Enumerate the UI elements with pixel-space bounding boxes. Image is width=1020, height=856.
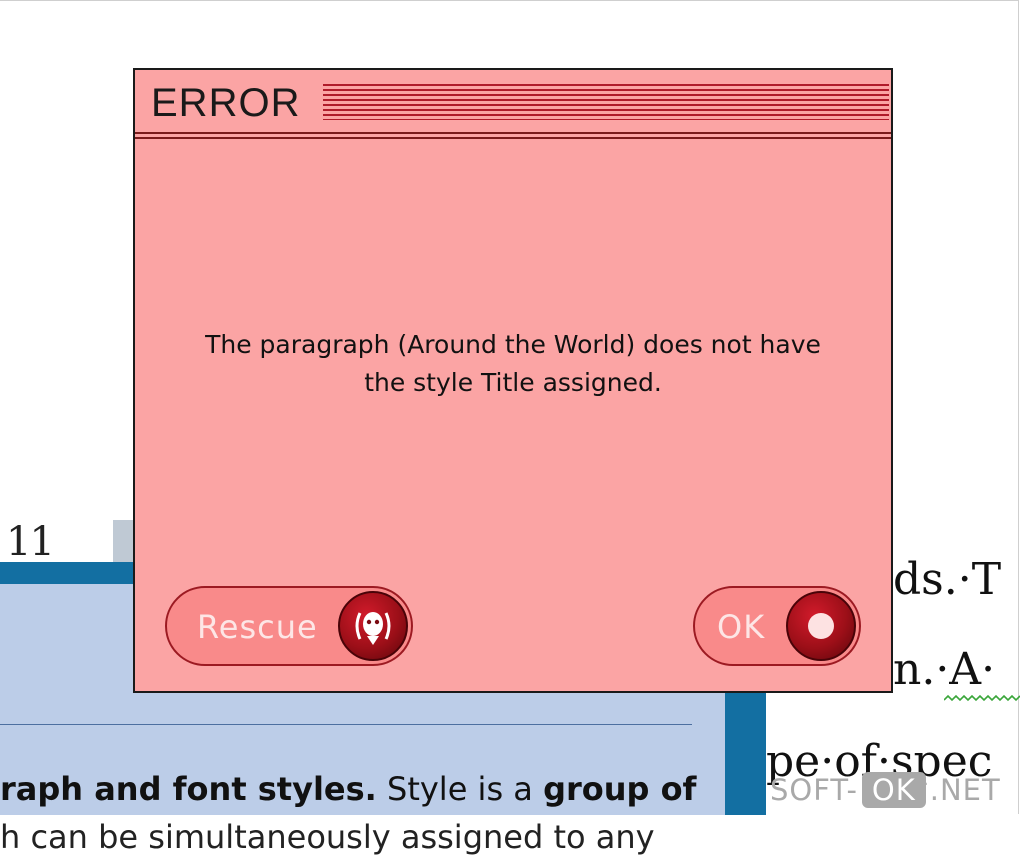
document-bold-phrase-1: raph and font styles.	[0, 770, 377, 808]
titlebar-stripes	[323, 84, 889, 120]
rescue-button-label: Rescue	[197, 608, 318, 646]
document-right-text-1: ds.·T	[893, 554, 1002, 605]
dialog-title: ERROR	[151, 81, 301, 125]
ok-dot-icon	[786, 591, 856, 661]
document-margin-strip	[113, 520, 135, 562]
document-partial-text: 11	[6, 519, 55, 565]
watermark: SOFT- OK .NET	[770, 770, 1001, 810]
error-message: The paragraph (Around the World) does no…	[205, 330, 821, 397]
document-text-line-1: raph and font styles. Style is a group o…	[0, 770, 696, 808]
error-dialog: ERROR The paragraph (Around the World) d…	[133, 68, 893, 693]
ok-button[interactable]: OK	[693, 586, 861, 666]
rescue-face-icon	[338, 591, 408, 661]
ok-button-label: OK	[717, 608, 766, 646]
document-sidebar-bar	[725, 692, 766, 815]
watermark-right: .NET	[929, 773, 1001, 807]
document-bold-phrase-2: group of	[543, 770, 697, 808]
document-plain-phrase: Style is a	[376, 770, 544, 808]
watermark-left: SOFT-	[770, 773, 858, 807]
document-divider	[0, 724, 692, 725]
dialog-titlebar[interactable]: ERROR	[135, 70, 891, 139]
document-text-line-2: h can be simultaneously assigned to any	[0, 818, 655, 856]
document-right-text-2: n.·A·	[893, 644, 996, 695]
rescue-button[interactable]: Rescue	[165, 586, 413, 666]
spellcheck-squiggle	[944, 694, 1020, 702]
watermark-badge: OK	[861, 772, 926, 808]
